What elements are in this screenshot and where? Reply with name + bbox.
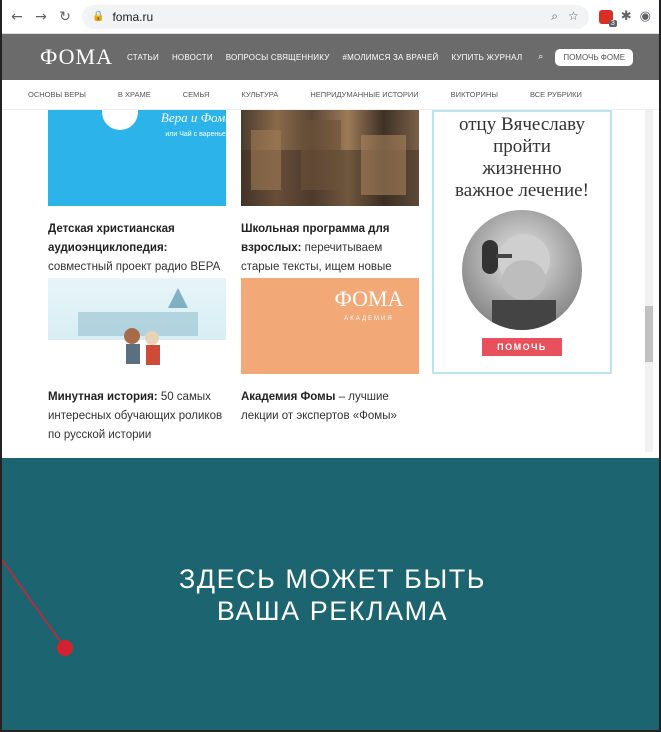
extension-badge: 3 <box>608 19 617 27</box>
nav-buy-magazine[interactable]: КУПИТЬ ЖУРНАЛ <box>451 53 522 62</box>
subnav-all[interactable]: ВСЕ РУБРИКИ <box>530 90 582 99</box>
aside-line: жизненно <box>482 158 562 179</box>
scrollbar-thumb[interactable] <box>645 306 653 362</box>
address-bar[interactable]: 🔒 foma.ru ⌕ ☆ <box>82 4 589 29</box>
subnav-basics[interactable]: ОСНОВЫ ВЕРЫ <box>28 90 86 99</box>
sub-nav: ОСНОВЫ ВЕРЫ В ХРАМЕ СЕМЬЯ КУЛЬТУРА НЕПРИ… <box>2 80 659 110</box>
scrollbar-track[interactable] <box>645 110 653 452</box>
back-icon[interactable]: ← <box>10 10 24 24</box>
card-history[interactable]: Минутная история: 50 самых интересных об… <box>48 278 226 445</box>
card-thumb[interactable]: ФОМА АКАДЕМИЯ <box>241 278 419 374</box>
subnav-temple[interactable]: В ХРАМЕ <box>118 90 151 99</box>
search-icon[interactable]: ⌕ <box>538 52 543 62</box>
main-nav: СТАТЬИ НОВОСТИ ВОПРОСЫ СВЯЩЕННИКУ #МОЛИМ… <box>127 53 522 62</box>
aside-line: отцу Вячеславу <box>458 114 585 135</box>
card-caption[interactable]: Минутная история: 50 самых интересных об… <box>48 388 226 445</box>
aside-line: пройти <box>493 136 551 157</box>
nav-articles[interactable]: СТАТЬИ <box>127 53 159 62</box>
aside-text: отцу Вячеславу пройти жизненно важное ле… <box>434 114 610 202</box>
thumb-logo: ФОМА <box>335 286 404 311</box>
ad-banner[interactable]: ЗДЕСЬ МОЖЕТ БЫТЬ ВАША РЕКЛАМА <box>2 458 659 730</box>
content-area: Вера и Фома, или Чай с вареньем Детская … <box>2 110 659 452</box>
card-title[interactable]: Минутная история: <box>48 391 158 403</box>
browser-toolbar: ← → ↻ 🔒 foma.ru ⌕ ☆ 3 ✱ ◉ <box>2 0 659 34</box>
card-audio[interactable]: Вера и Фома, или Чай с вареньем Детская … <box>48 110 226 296</box>
academy-image: ФОМА АКАДЕМИЯ <box>335 286 404 322</box>
card-title[interactable]: Академия Фомы <box>241 391 336 403</box>
card-school[interactable]: Школьная программа для взрослых: перечит… <box>241 110 419 296</box>
ad-line-1: ЗДЕСЬ МОЖЕТ БЫТЬ <box>179 564 486 594</box>
winter-town-image <box>48 288 226 374</box>
nav-news[interactable]: НОВОСТИ <box>172 53 213 62</box>
donate-button[interactable]: ПОМОЧЬ <box>482 338 562 356</box>
account-icon[interactable]: ◉ <box>640 9 651 24</box>
card-title[interactable]: Детская христианская аудиоэнциклопедия: <box>48 223 175 254</box>
reload-icon[interactable]: ↻ <box>58 10 72 24</box>
subnav-stories[interactable]: НЕПРИДУМАННЫЕ ИСТОРИИ <box>310 90 418 99</box>
lock-icon[interactable]: 🔒 <box>92 11 104 22</box>
ad-text: ЗДЕСЬ МОЖЕТ БЫТЬ ВАША РЕКЛАМА <box>179 563 486 627</box>
thumb-subtitle: АКАДЕМИЯ <box>344 316 393 322</box>
portrait-image <box>482 234 556 330</box>
site-header: ФОМА СТАТЬИ НОВОСТИ ВОПРОСЫ СВЯЩЕННИКУ #… <box>2 34 659 80</box>
nav-doctors[interactable]: #МОЛИМСЯ ЗА ВРАЧЕЙ <box>343 53 439 62</box>
books-image <box>241 120 419 206</box>
extension-icon[interactable]: 3 <box>598 9 617 27</box>
thumb-subtitle: или Чай с вареньем <box>165 130 226 138</box>
aside-fundraising-ad[interactable]: отцу Вячеславу пройти жизненно важное ле… <box>432 110 612 374</box>
star-icon[interactable]: ☆ <box>568 9 579 24</box>
subnav-family[interactable]: СЕМЬЯ <box>183 90 210 99</box>
card-academy[interactable]: ФОМА АКАДЕМИЯ Академия Фомы – лучшие лек… <box>241 278 419 426</box>
subnav-quizzes[interactable]: ВИКТОРИНЫ <box>451 90 498 99</box>
priest-photo <box>462 210 582 330</box>
site-logo[interactable]: ФОМА <box>40 44 113 70</box>
card-caption[interactable]: Академия Фомы – лучшие лекции от эксперт… <box>241 388 419 426</box>
thumb-title: Вера и Фома, <box>161 110 226 125</box>
help-foma-button[interactable]: ПОМОЧЬ ФОМЕ <box>555 48 634 66</box>
browser-window: ← → ↻ 🔒 foma.ru ⌕ ☆ 3 ✱ ◉ ФОМА СТАТЬИ НО… <box>0 0 661 732</box>
annotation-dot <box>57 640 73 656</box>
card-thumb[interactable] <box>48 278 226 374</box>
subnav-culture[interactable]: КУЛЬТУРА <box>241 90 278 99</box>
zoom-icon[interactable]: ⌕ <box>551 9 558 24</box>
card-thumb[interactable]: Вера и Фома, или Чай с вареньем <box>48 110 226 206</box>
card-thumb[interactable] <box>241 110 419 206</box>
aside-line: важное лечение! <box>455 180 589 201</box>
ad-line-2: ВАША РЕКЛАМА <box>216 596 449 626</box>
puzzle-icon[interactable]: ✱ <box>621 9 632 24</box>
nav-questions[interactable]: ВОПРОСЫ СВЯЩЕННИКУ <box>226 53 330 62</box>
vera-foma-image: Вера и Фома, или Чай с вареньем <box>102 110 226 138</box>
forward-icon[interactable]: → <box>34 10 48 24</box>
url-text[interactable]: foma.ru <box>112 10 153 24</box>
